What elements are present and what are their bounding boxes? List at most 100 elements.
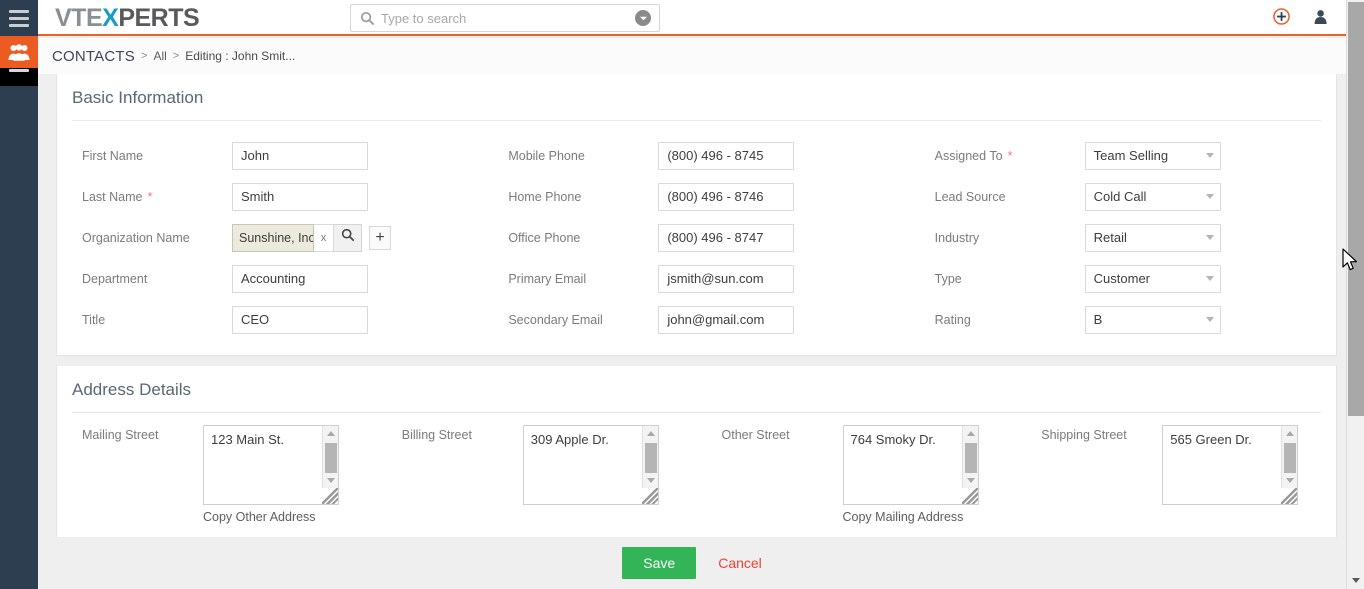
copy-other-address-link[interactable]: Copy Other Address — [203, 510, 339, 524]
input-last-name[interactable] — [232, 182, 368, 211]
breadcrumb-item-all[interactable]: All — [153, 49, 166, 63]
scroll-down-icon[interactable] — [327, 478, 335, 483]
textarea-scrollbar[interactable] — [641, 426, 658, 488]
clear-organization-button[interactable]: x — [314, 223, 334, 252]
address-column-shipping: Shipping Street — [1016, 425, 1336, 524]
textarea-wrap-shipping-street — [1162, 425, 1299, 505]
scroll-thumb[interactable] — [325, 443, 337, 473]
scroll-thumb[interactable] — [644, 443, 657, 473]
hamburger-bar — [9, 23, 29, 27]
top-bar: VTEXPERTS — [38, 0, 1346, 36]
panel-title-address-details: Address Details — [72, 380, 192, 399]
sidebar-item-contacts[interactable] — [0, 36, 38, 68]
label-secondary-email: Secondary Email — [508, 312, 603, 327]
user-avatar-icon[interactable] — [1312, 9, 1328, 25]
scrollbar-thumb[interactable] — [1348, 2, 1364, 416]
field-row-primary-email: Primary Email — [483, 258, 909, 299]
contacts-group-icon — [8, 43, 30, 61]
field-row-department: Department — [57, 258, 483, 299]
label-billing-street: Billing Street — [401, 428, 472, 442]
field-row-assigned-to: Assigned To * Team Selling — [910, 135, 1336, 176]
chevron-down-circle-icon[interactable] — [635, 10, 651, 26]
field-row-mobile-phone: Mobile Phone — [483, 135, 909, 176]
input-secondary-email[interactable] — [658, 305, 795, 334]
field-row-home-phone: Home Phone — [483, 176, 909, 217]
input-title[interactable] — [232, 305, 368, 334]
breadcrumb: CONTACTS > All > Editing : John Smit... — [38, 38, 1346, 74]
hamburger-bar — [9, 9, 29, 13]
cancel-button[interactable]: Cancel — [718, 555, 762, 571]
panel-address-details: Address Details Mailing Street 123 Main … — [56, 366, 1337, 538]
textarea-scrollbar[interactable] — [322, 426, 338, 488]
lookup-organization-name: Sunshine, Inc x + — [232, 223, 391, 252]
scroll-thumb[interactable] — [1284, 443, 1297, 473]
label-department: Department — [82, 271, 148, 286]
resize-handle-icon[interactable] — [322, 488, 338, 504]
select-assigned-to[interactable]: Team Selling — [1084, 141, 1221, 170]
textarea-other-street[interactable] — [842, 425, 979, 505]
global-search[interactable] — [350, 4, 660, 32]
app-logo[interactable]: VTEXPERTS — [55, 3, 200, 33]
browser-scrollbar[interactable] — [1346, 0, 1364, 589]
input-office-phone[interactable] — [658, 223, 795, 252]
resize-handle-icon[interactable] — [641, 488, 658, 504]
label-last-name: Last Name * — [82, 189, 153, 204]
breadcrumb-root[interactable]: CONTACTS — [52, 48, 135, 65]
plus-circle-icon[interactable] — [1273, 8, 1290, 25]
field-row-office-phone: Office Phone — [483, 217, 909, 258]
label-other-street: Other Street — [721, 428, 790, 442]
label-mailing-street: Mailing Street — [82, 428, 159, 442]
select-wrap-industry: Retail — [1084, 223, 1221, 252]
select-rating[interactable]: B — [1084, 305, 1221, 334]
scroll-thumb[interactable] — [964, 443, 977, 473]
input-mobile-phone[interactable] — [658, 141, 795, 170]
textarea-scrollbar[interactable] — [961, 426, 978, 488]
field-row-secondary-email: Secondary Email — [483, 299, 909, 340]
scroll-up-icon[interactable] — [966, 431, 975, 436]
textarea-wrap-mailing-street — [203, 425, 339, 505]
textarea-billing-street[interactable] — [522, 425, 659, 505]
input-department[interactable] — [232, 264, 368, 293]
form-footer: Save Cancel — [38, 537, 1346, 589]
scroll-down-icon[interactable] — [1286, 478, 1295, 483]
label-organization-name: Organization Name — [82, 230, 190, 245]
chevron-down-icon[interactable] — [1352, 578, 1360, 583]
select-type[interactable]: Customer — [1084, 264, 1221, 293]
input-primary-email[interactable] — [658, 264, 795, 293]
left-sidebar — [0, 0, 38, 589]
resize-handle-icon[interactable] — [961, 488, 978, 504]
textarea-wrap-billing-street — [522, 425, 659, 505]
label-lead-source: Lead Source — [934, 189, 1006, 204]
search-icon — [360, 11, 375, 31]
scroll-up-icon[interactable] — [327, 431, 335, 436]
required-asterisk: * — [147, 189, 153, 204]
address-column-billing: Billing Street — [377, 425, 697, 524]
scroll-up-icon[interactable] — [646, 431, 655, 436]
resize-handle-icon[interactable] — [1281, 488, 1298, 504]
label-first-name: First Name — [82, 148, 144, 163]
hamburger-menu-icon[interactable] — [0, 0, 38, 36]
search-input[interactable] — [381, 5, 631, 31]
address-column-other: Other Street Copy Mailing Address — [697, 425, 1017, 524]
label-rating: Rating — [934, 312, 971, 327]
input-home-phone[interactable] — [658, 182, 795, 211]
copy-mailing-address-link[interactable]: Copy Mailing Address — [843, 510, 979, 524]
scroll-up-icon[interactable] — [1286, 431, 1295, 436]
input-first-name[interactable] — [232, 141, 368, 170]
select-industry[interactable]: Retail — [1084, 223, 1221, 252]
address-field-other: Copy Mailing Address — [842, 425, 979, 524]
save-button[interactable]: Save — [622, 547, 697, 579]
select-lead-source[interactable]: Cold Call — [1084, 182, 1221, 211]
label-office-phone: Office Phone — [508, 230, 581, 245]
textarea-shipping-street[interactable] — [1162, 425, 1299, 505]
field-row-industry: Industry Retail — [910, 217, 1336, 258]
add-organization-button[interactable]: + — [369, 225, 391, 250]
scroll-down-icon[interactable] — [966, 478, 975, 483]
address-column-mailing: Mailing Street Copy Other Address — [57, 425, 377, 524]
scroll-down-icon[interactable] — [646, 478, 655, 483]
topbar-actions — [1273, 8, 1328, 25]
input-organization-name[interactable]: Sunshine, Inc — [232, 223, 314, 252]
search-organization-button[interactable] — [334, 223, 362, 252]
textarea-mailing-street[interactable] — [203, 425, 339, 505]
textarea-scrollbar[interactable] — [1281, 426, 1298, 488]
